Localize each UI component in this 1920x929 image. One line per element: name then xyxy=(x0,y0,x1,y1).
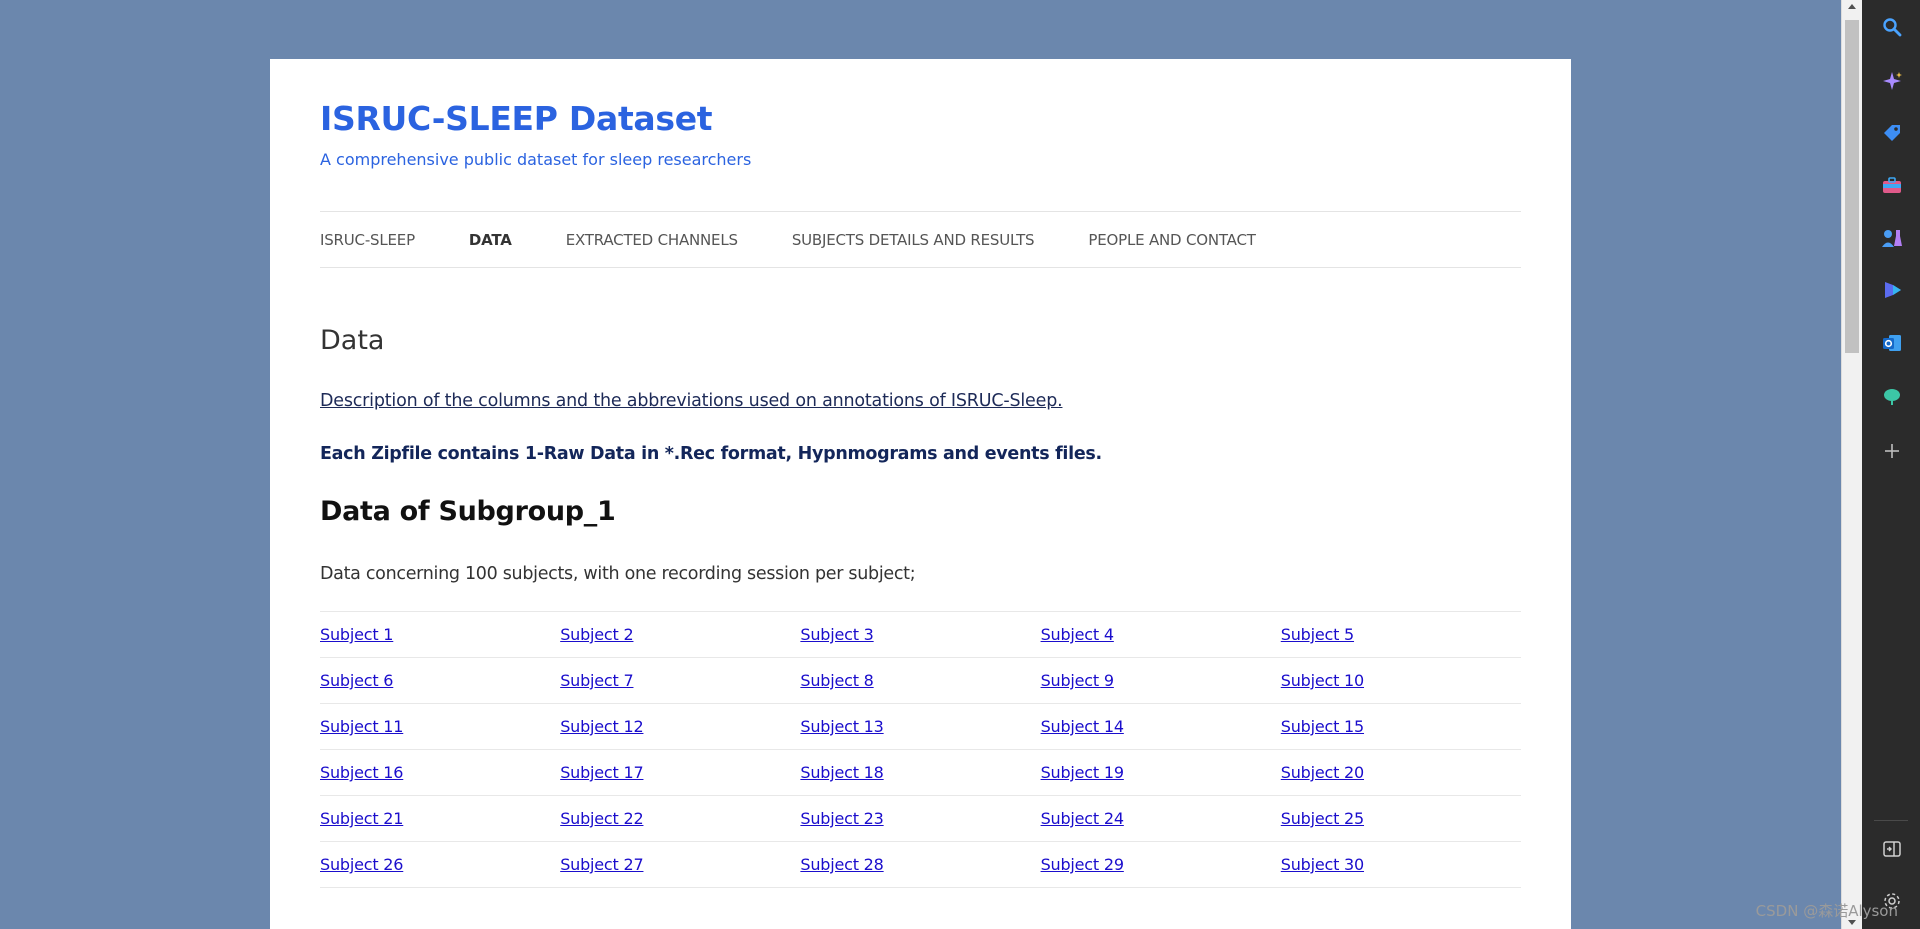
subgroup-heading: Data of Subgroup_1 xyxy=(320,496,616,527)
subject-download-link[interactable]: Subject 13 xyxy=(800,717,883,736)
table-cell: Subject 7 xyxy=(560,657,801,704)
subject-download-link[interactable]: Subject 29 xyxy=(1041,855,1124,874)
table-cell: Subject 22 xyxy=(560,795,801,842)
page-card: ISRUC-SLEEP Dataset A comprehensive publ… xyxy=(270,59,1571,929)
tools-briefcase-icon[interactable] xyxy=(1881,175,1903,197)
table-cell: Subject 29 xyxy=(1040,841,1281,888)
table-cell: Subject 15 xyxy=(1280,703,1521,750)
table-cell: Subject 10 xyxy=(1280,657,1521,704)
table-cell: Subject 26 xyxy=(320,841,561,888)
main-nav: ISRUC-SLEEP DATA EXTRACTED CHANNELS SUBJ… xyxy=(320,211,1521,268)
table-cell: Subject 9 xyxy=(1040,657,1281,704)
subject-download-link[interactable]: Subject 2 xyxy=(560,625,633,644)
table-cell: Subject 2 xyxy=(560,611,801,658)
nav-item-data[interactable]: DATA xyxy=(469,231,512,249)
csdn-watermark: CSDN @森诺Alyson xyxy=(1755,902,1898,920)
table-cell: Subject 16 xyxy=(320,749,561,796)
table-cell: Subject 3 xyxy=(800,611,1041,658)
table-cell: Subject 11 xyxy=(320,703,561,750)
subject-download-link[interactable]: Subject 30 xyxy=(1281,855,1364,874)
subject-download-link[interactable]: Subject 16 xyxy=(320,763,403,782)
split-screen-icon[interactable] xyxy=(1881,838,1903,860)
table-cell: Subject 6 xyxy=(320,657,561,704)
subject-download-link[interactable]: Subject 10 xyxy=(1281,671,1364,690)
table-cell: Subject 19 xyxy=(1040,749,1281,796)
table-cell: Subject 14 xyxy=(1040,703,1281,750)
main-content: Data Description of the columns and the … xyxy=(320,324,1521,888)
shopping-tag-icon[interactable] xyxy=(1881,122,1903,144)
subject-download-link[interactable]: Subject 11 xyxy=(320,717,403,736)
table-cell: Subject 5 xyxy=(1280,611,1521,658)
annotations-description-link[interactable]: Description of the columns and the abbre… xyxy=(320,391,1063,411)
games-icon[interactable] xyxy=(1881,227,1903,249)
table-cell: Subject 25 xyxy=(1280,795,1521,842)
outlook-icon[interactable] xyxy=(1881,332,1903,354)
table-row: Subject 11 Subject 12 Subject 13 Subject 14… xyxy=(320,703,1521,750)
subject-download-link[interactable]: Subject 7 xyxy=(560,671,633,690)
nav-item-extracted-channels[interactable]: EXTRACTED CHANNELS xyxy=(566,231,738,249)
table-cell: Subject 18 xyxy=(800,749,1041,796)
table-cell: Subject 27 xyxy=(560,841,801,888)
table-row: Subject 26 Subject 27 Subject 28 Subject 29… xyxy=(320,841,1521,888)
page-scrollbar[interactable] xyxy=(1841,0,1862,929)
subject-download-link[interactable]: Subject 28 xyxy=(800,855,883,874)
subject-download-link[interactable]: Subject 9 xyxy=(1041,671,1114,690)
site-header: ISRUC-SLEEP Dataset A comprehensive publ… xyxy=(320,98,1521,169)
subject-download-link[interactable]: Subject 17 xyxy=(560,763,643,782)
table-cell: Subject 4 xyxy=(1040,611,1281,658)
nav-item-isruc-sleep[interactable]: ISRUC-SLEEP xyxy=(320,231,415,249)
search-icon[interactable] xyxy=(1881,16,1903,38)
table-row: Subject 6 Subject 7 Subject 8 Subject 9 Subj… xyxy=(320,657,1521,704)
table-cell: Subject 24 xyxy=(1040,795,1281,842)
subject-download-link[interactable]: Subject 8 xyxy=(800,671,873,690)
nav-item-people-contact[interactable]: PEOPLE AND CONTACT xyxy=(1088,231,1256,249)
subject-download-link[interactable]: Subject 19 xyxy=(1041,763,1124,782)
site-title-link[interactable]: ISRUC-SLEEP Dataset xyxy=(320,98,1521,140)
subject-download-link[interactable]: Subject 20 xyxy=(1281,763,1364,782)
table-cell: Subject 17 xyxy=(560,749,801,796)
table-cell: Subject 21 xyxy=(320,795,561,842)
sidebar-divider xyxy=(1874,820,1908,821)
subjects-table: Subject 1 Subject 2 Subject 3 Subject 4 Subj… xyxy=(320,611,1521,888)
subject-download-link[interactable]: Subject 25 xyxy=(1281,809,1364,828)
subject-download-link[interactable]: Subject 24 xyxy=(1041,809,1124,828)
table-cell: Subject 1 xyxy=(320,611,561,658)
table-cell: Subject 20 xyxy=(1280,749,1521,796)
subject-download-link[interactable]: Subject 27 xyxy=(560,855,643,874)
scroll-thumb[interactable] xyxy=(1845,20,1859,353)
table-cell: Subject 13 xyxy=(800,703,1041,750)
subject-download-link[interactable]: Subject 18 xyxy=(800,763,883,782)
bing-icon[interactable] xyxy=(1881,279,1903,301)
table-cell: Subject 23 xyxy=(800,795,1041,842)
table-cell: Subject 30 xyxy=(1280,841,1521,888)
table-cell: Subject 12 xyxy=(560,703,801,750)
subject-download-link[interactable]: Subject 3 xyxy=(800,625,873,644)
subject-download-link[interactable]: Subject 14 xyxy=(1041,717,1124,736)
subject-download-link[interactable]: Subject 15 xyxy=(1281,717,1364,736)
subject-download-link[interactable]: Subject 5 xyxy=(1281,625,1354,644)
page-title: Data xyxy=(320,325,385,356)
subject-download-link[interactable]: Subject 12 xyxy=(560,717,643,736)
subject-download-link[interactable]: Subject 23 xyxy=(800,809,883,828)
table-row: Subject 21 Subject 22 Subject 23 Subject 24… xyxy=(320,795,1521,842)
nav-item-subjects-details[interactable]: SUBJECTS DETAILS AND RESULTS xyxy=(792,231,1035,249)
subject-download-link[interactable]: Subject 1 xyxy=(320,625,393,644)
add-icon[interactable] xyxy=(1881,440,1903,462)
copilot-sparkle-icon[interactable] xyxy=(1881,70,1903,92)
subgroup-description: Data concerning 100 subjects, with one r… xyxy=(320,564,916,584)
site-tagline: A comprehensive public dataset for sleep… xyxy=(320,150,752,169)
scroll-up-arrow-icon[interactable] xyxy=(1848,4,1856,9)
subject-download-link[interactable]: Subject 22 xyxy=(560,809,643,828)
zipfile-note: Each Zipfile contains 1-Raw Data in *.Re… xyxy=(320,444,1102,464)
subject-download-link[interactable]: Subject 6 xyxy=(320,671,393,690)
browser-sidebar xyxy=(1862,0,1920,929)
subject-download-link[interactable]: Subject 4 xyxy=(1041,625,1114,644)
table-cell: Subject 8 xyxy=(800,657,1041,704)
table-cell: Subject 28 xyxy=(800,841,1041,888)
table-row: Subject 16 Subject 17 Subject 18 Subject 19… xyxy=(320,749,1521,796)
table-row: Subject 1 Subject 2 Subject 3 Subject 4 Subj… xyxy=(320,611,1521,658)
subject-download-link[interactable]: Subject 26 xyxy=(320,855,403,874)
subject-download-link[interactable]: Subject 21 xyxy=(320,809,403,828)
drop-tree-icon[interactable] xyxy=(1881,385,1903,407)
